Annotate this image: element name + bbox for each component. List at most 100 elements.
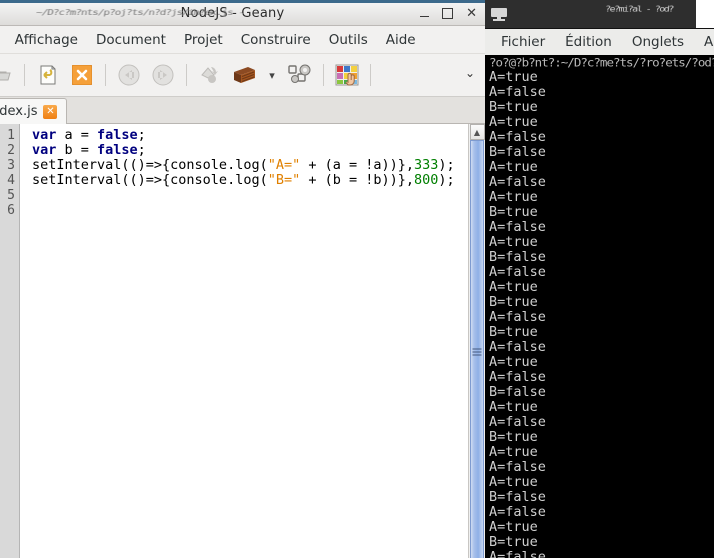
code-token: var (32, 127, 57, 143)
terminal-menu-onglets[interactable]: Onglets (622, 32, 694, 52)
geany-titlebar[interactable]: NodeJS - Geany ~/D?c?m?nts/p?oj?ts/n?d?j… (0, 0, 485, 26)
desktop-screen: NodeJS - Geany ~/D?c?m?nts/p?oj?ts/n?d?j… (0, 0, 714, 558)
code-token: var (32, 142, 57, 158)
terminal-menu-edition[interactable]: Édition (555, 32, 622, 52)
code-token: a = (56, 127, 98, 143)
geany-window: NodeJS - Geany ~/D?c?m?nts/p?oj?ts/n?d?j… (0, 0, 485, 558)
run-icon[interactable] (283, 58, 317, 92)
terminal-line: A=true (489, 159, 538, 175)
geany-tabbar: ndex.js ✕ (0, 97, 485, 124)
terminal-line: A=true (489, 189, 538, 205)
code-token: false (97, 127, 138, 143)
geany-window-controls: ✕ (420, 3, 477, 24)
terminal-window: ?e?mi?al - ?od? Fichier Édition Onglets … (485, 0, 714, 558)
editor-vertical-scrollbar[interactable]: ▲ (468, 124, 485, 558)
code-token: + (a = !a))}, (300, 157, 415, 173)
terminal-line: B=true (489, 294, 538, 310)
terminal-menu-aide[interactable]: Aide (694, 32, 714, 52)
terminal-line: A=true (489, 474, 538, 490)
terminal-line: B=true (489, 429, 538, 445)
menu-item-projet[interactable]: Projet (175, 29, 232, 51)
line-number: 5 (7, 188, 15, 203)
line-number: 1 (7, 128, 15, 143)
terminal-line: A=false (489, 174, 546, 190)
terminal-line: A=false (489, 264, 546, 280)
terminal-prompt-text: ?o?@?b?nt?:~/D?c?me?ts/?ro?ets/?od?js# n… (489, 55, 714, 70)
terminal-titlebar[interactable]: ?e?mi?al - ?od? (485, 0, 714, 29)
build-dropdown-icon[interactable]: ▾ (261, 58, 283, 92)
tab-index-js[interactable]: ndex.js ✕ (0, 98, 68, 124)
code-token: b = (56, 142, 98, 158)
color-chooser-icon[interactable] (330, 58, 364, 92)
terminal-line: B=true (489, 324, 538, 340)
menu-item-aide[interactable]: Aide (377, 29, 425, 51)
terminal-line: A=true (489, 354, 538, 370)
geany-title-obscured-text: ~/D?c?m?nts/p?oj?ts/n?d?js/in?ex.js - (36, 7, 245, 18)
terminal-line: B=true (489, 99, 538, 115)
code-token: 333 (414, 157, 439, 173)
open-icon[interactable] (0, 58, 18, 92)
terminal-line: B=false (489, 249, 546, 265)
scrollbar-grip-icon (472, 348, 482, 356)
toolbar-separator (186, 64, 187, 86)
code-token: + (b = !b))}, (300, 172, 415, 188)
close-icon[interactable]: ✕ (466, 7, 477, 20)
menu-item-outils[interactable]: Outils (320, 29, 377, 51)
terminal-line: A=true (489, 69, 538, 85)
terminal-line: A=false (489, 504, 546, 520)
terminal-line: B=true (489, 534, 538, 550)
toolbar-separator (323, 64, 324, 86)
terminal-line: A=false (489, 84, 546, 100)
terminal-icon (491, 7, 507, 21)
build-icon[interactable] (227, 58, 261, 92)
editor-area: 123456 var a = false; var b = false; setIn… (0, 124, 485, 558)
terminal-title-obscured: ?e?mi?al - ?od? (605, 4, 710, 23)
code-token: ); (438, 157, 455, 173)
terminal-line: A=false (489, 219, 546, 235)
close-document-icon[interactable] (65, 58, 99, 92)
terminal-menubar: Fichier Édition Onglets Aide (485, 29, 714, 56)
terminal-line: A=false (489, 129, 546, 145)
terminal-line: A=true (489, 234, 538, 250)
terminal-line: A=false (489, 369, 546, 385)
menu-item-document[interactable]: Document (87, 29, 175, 51)
terminal-prompt-line: ?o?@?b?nt?:~/D?c?me?ts/?ro?ets/?od?js# n… (489, 55, 714, 70)
scroll-up-arrow-icon[interactable]: ▲ (469, 124, 485, 140)
geany-menubar: r Affichage Document Projet Construire O… (0, 26, 485, 54)
back-icon[interactable] (112, 58, 146, 92)
terminal-line: A=true (489, 519, 538, 535)
maximize-icon[interactable] (442, 8, 454, 19)
terminal-line: B=false (489, 384, 546, 400)
code-token: 800 (414, 172, 439, 188)
code-line: var a = false; (32, 128, 468, 143)
menu-item-construire[interactable]: Construire (232, 29, 320, 51)
line-number-gutter: 123456 (0, 124, 20, 558)
line-number: 2 (7, 143, 15, 158)
terminal-menu-fichier[interactable]: Fichier (491, 32, 555, 52)
terminal-line: A=false (489, 309, 546, 325)
terminal-output[interactable]: ?o?@?b?nt?:~/D?c?me?ts/?ro?ets/?od?js# n… (485, 55, 714, 558)
code-token: ; (137, 142, 146, 158)
terminal-line: A=false (489, 339, 546, 355)
menu-item-affichage[interactable]: Affichage (6, 29, 87, 51)
code-line: var b = false; (32, 143, 468, 158)
code-line: setInterval(()=>{console.log("B=" + (b =… (32, 173, 468, 188)
terminal-title-text: ?e?mi?al - ?od? (605, 5, 674, 14)
toolbar-separator (370, 64, 371, 86)
terminal-line: A=false (489, 459, 546, 475)
minimize-icon[interactable] (420, 16, 430, 17)
code-token: "B=" (267, 172, 301, 188)
tab-close-icon[interactable]: ✕ (43, 104, 58, 119)
toolbar-overflow-icon[interactable]: ⌄ (465, 66, 475, 80)
terminal-line: B=true (489, 204, 538, 220)
line-number: 4 (7, 173, 15, 188)
terminal-line: A=true (489, 399, 538, 415)
code-text[interactable]: var a = false; var b = false; setInterval(… (20, 124, 468, 558)
revert-icon[interactable] (31, 58, 65, 92)
compile-icon[interactable] (193, 58, 227, 92)
terminal-line: A=true (489, 114, 538, 130)
scrollbar-thumb[interactable] (470, 140, 484, 558)
forward-icon[interactable] (146, 58, 180, 92)
